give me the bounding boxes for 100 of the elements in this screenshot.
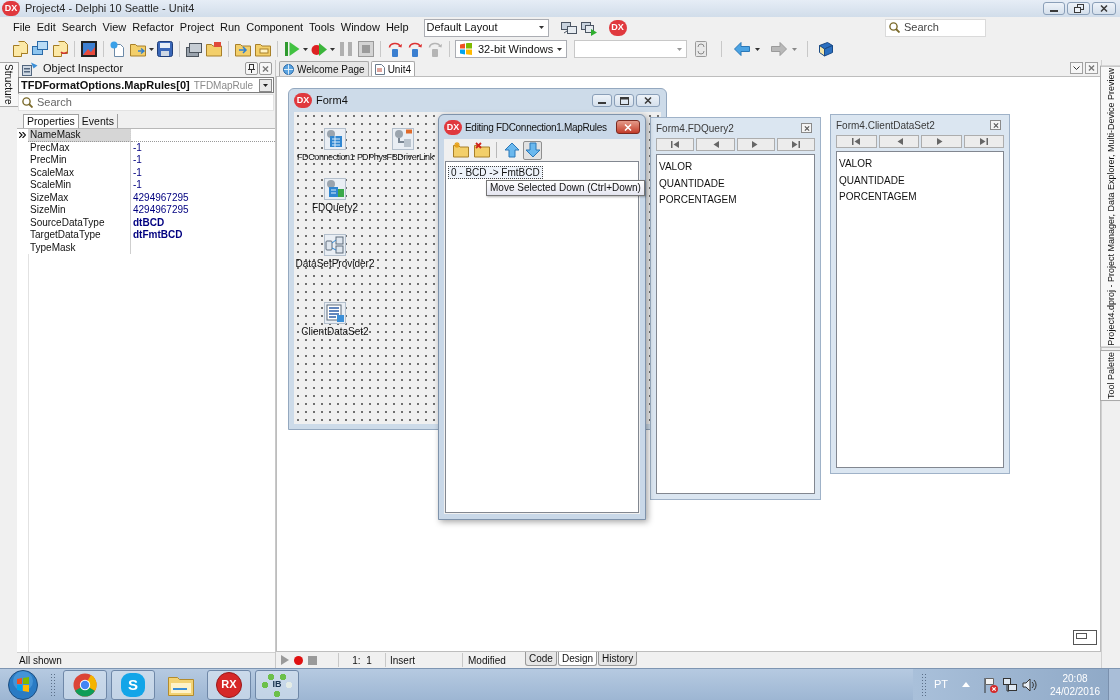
flag-icon[interactable] [982,676,998,693]
circle-play-icon[interactable] [311,41,327,57]
last-button[interactable] [963,135,1004,148]
menu-item[interactable]: Tools [306,20,338,35]
tool-button[interactable] [502,140,521,160]
tool-button[interactable] [472,140,491,160]
view-tab[interactable]: Design [557,652,598,666]
close-button[interactable] [616,120,640,134]
folder-icon[interactable] [206,41,222,57]
property-value[interactable]: dtFmtBCD [131,229,275,242]
property-name[interactable]: ScaleMin [28,179,131,192]
previous-button[interactable] [696,138,735,151]
dock-tab[interactable]: Structure [0,62,19,107]
field-item[interactable]: PORCENTAGEM [839,191,917,202]
dock-tab[interactable]: Project4.dproj - Project Manager, Data Explorer, Multi-Device Preview [1099,66,1120,348]
field-item[interactable]: VALOR [839,158,873,169]
menu-item[interactable]: Refactor [129,20,177,35]
close-button[interactable] [636,94,660,107]
network-icon[interactable] [1002,676,1018,693]
record-icon[interactable] [294,655,303,665]
view-tab[interactable]: History [598,652,638,666]
menu-item[interactable]: Window [337,20,383,35]
close-button[interactable] [990,120,1001,130]
documents-icon[interactable] [52,41,68,57]
menu-item[interactable]: File [10,20,34,35]
forward-arrow-icon[interactable] [771,41,787,57]
menu-item[interactable]: Project [176,20,218,35]
property-value[interactable]: 4294967295 [131,191,275,204]
property-value[interactable]: -1 [131,166,275,179]
list-item[interactable]: 0 - BCD -> FmtBCD [448,166,543,179]
field-item[interactable]: PORCENTAGEM [659,194,737,205]
start-orb-icon[interactable] [8,669,38,700]
next-button[interactable] [921,135,962,148]
image-icon[interactable] [81,41,97,57]
speaker-icon[interactable] [1022,676,1038,693]
platform-combo[interactable]: 32-bit Windows [455,40,567,58]
tool-button[interactable] [523,140,542,160]
editor-tab[interactable]: Welcome Page [279,61,369,76]
layout-combo[interactable]: Default Layout [423,18,549,37]
object-selector[interactable]: TFDFormatOptions.MapRules[0] TFDMapRule [18,77,274,93]
connector-icon[interactable] [392,128,414,150]
cube-icon[interactable] [818,41,834,57]
field-item[interactable]: VALOR [659,161,693,172]
property-value[interactable]: -1 [131,179,275,192]
query-table-icon[interactable] [324,178,346,200]
editor-tab[interactable]: Unit4 [370,61,415,76]
property-name[interactable]: TargetDataType [28,229,131,242]
menu-item[interactable]: Edit [33,20,59,35]
next-button[interactable] [736,138,775,151]
view-tab[interactable]: Code [525,652,557,666]
stop-icon[interactable] [308,655,317,665]
menu-item[interactable]: Help [382,20,412,35]
property-name[interactable]: SizeMin [28,204,131,217]
field-item[interactable]: QUANTIDADE [659,177,725,189]
property-value[interactable]: 4294967295 [131,204,275,217]
play-icon[interactable] [281,655,289,665]
windows-icon[interactable] [32,41,48,57]
property-name[interactable]: PrecMax [28,141,131,154]
menu-item[interactable]: Run [217,20,244,35]
dropdown-button[interactable] [259,78,272,92]
linked-boxes-icon[interactable] [324,234,346,256]
documents-icon[interactable] [12,41,28,57]
curved-arrow-icon[interactable] [387,41,403,57]
property-name[interactable]: NameMask [28,129,131,142]
save-icon[interactable] [157,41,173,57]
back-arrow-icon[interactable] [734,41,750,57]
folder-icon[interactable] [255,41,271,57]
refresh-icon[interactable] [693,41,709,57]
first-button[interactable] [656,138,695,151]
property-value[interactable]: -1 [131,141,275,154]
tab-list-button[interactable] [1070,62,1083,74]
last-button[interactable] [776,138,815,151]
property-name[interactable]: ScaleMax [28,166,131,179]
property-name[interactable]: TypeMask [28,241,131,254]
folder-icon[interactable] [235,41,251,57]
inspector-tab[interactable]: Properties [23,114,79,128]
previous-button[interactable] [878,135,919,148]
windows-play-icon[interactable] [580,19,597,36]
search-field[interactable]: Search [18,94,274,111]
property-value[interactable]: -1 [131,154,275,167]
list-icon[interactable] [324,302,346,324]
database-table-icon[interactable] [324,128,346,150]
close-button[interactable] [801,123,812,133]
stack-icon[interactable] [186,41,202,57]
restore-button[interactable] [1067,2,1090,15]
new-file-icon[interactable] [110,41,126,57]
property-name[interactable]: SizeMax [28,191,131,204]
first-button[interactable] [836,135,877,148]
dock-tab[interactable]: Tool Palette [1099,349,1120,401]
property-name[interactable]: SourceDataType [28,216,131,229]
close-button[interactable] [1092,2,1116,15]
taskbar-button[interactable]: IB [255,669,299,700]
taskbar-button[interactable] [63,669,107,700]
property-name[interactable]: PrecMin [28,154,131,167]
curved-arrow-icon[interactable] [407,41,423,57]
menu-item[interactable]: Search [58,20,100,35]
minimize-button[interactable] [1043,2,1065,15]
property-value[interactable]: dtBCD [131,216,275,229]
folder-icon[interactable] [130,41,146,57]
play-icon[interactable] [284,41,300,57]
